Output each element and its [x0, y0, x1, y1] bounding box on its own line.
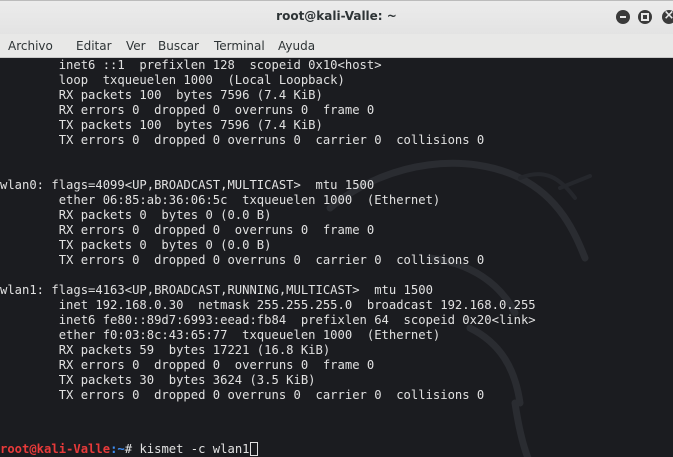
terminal-line: inet6 ::1 prefixlen 128 scopeid 0x10<hos…: [0, 58, 382, 72]
terminal-line: ether f0:03:8c:43:65:77 txqueuelen 1000 …: [0, 328, 441, 342]
prompt-user-host: root@kali-Valle: [0, 442, 111, 456]
title-bar[interactable]: root@kali-Valle: ~: [0, 1, 673, 34]
terminal-line: wlan0: flags=4099<UP,BROADCAST,MULTICAST…: [0, 178, 375, 192]
terminal-line: TX packets 100 bytes 7596 (7.4 KiB): [0, 118, 323, 132]
terminal-line: TX packets 30 bytes 3624 (3.5 KiB): [0, 373, 316, 387]
prompt-line[interactable]: root@kali-Valle:~# kismet -c wlan1: [0, 442, 258, 457]
close-icon[interactable]: [662, 8, 673, 24]
prompt-command[interactable]: kismet -c wlan1: [139, 442, 249, 456]
terminal-line: inet 192.168.0.30 netmask 255.255.255.0 …: [0, 298, 536, 312]
menu-editar[interactable]: Editar: [76, 39, 112, 53]
menu-ver[interactable]: Ver: [126, 39, 146, 53]
terminal-line: loop txqueuelen 1000 (Local Loopback): [0, 73, 345, 87]
prompt-path: :~: [110, 442, 125, 456]
terminal-line: RX errors 0 dropped 0 overruns 0 frame 0: [0, 103, 375, 117]
terminal-line: RX errors 0 dropped 0 overruns 0 frame 0: [0, 358, 375, 372]
menu-bar: Archivo Editar Ver Buscar Terminal Ayuda: [0, 34, 673, 58]
menu-terminal[interactable]: Terminal: [214, 39, 265, 53]
window-title: root@kali-Valle: ~: [276, 9, 397, 23]
terminal-output[interactable]: inet6 ::1 prefixlen 128 scopeid 0x10<hos…: [0, 58, 673, 457]
terminal-line: RX packets 100 bytes 7596 (7.4 KiB): [0, 88, 323, 102]
menu-archivo[interactable]: Archivo: [8, 39, 53, 53]
terminal-line: RX packets 59 bytes 17221 (16.8 KiB): [0, 343, 331, 357]
terminal-line: inet6 fe80::89d7:6993:eead:fb84 prefixle…: [0, 313, 536, 327]
terminal-line: wlan1: flags=4163<UP,BROADCAST,RUNNING,M…: [0, 283, 433, 297]
terminal-line: RX errors 0 dropped 0 overruns 0 frame 0: [0, 223, 375, 237]
terminal-window: root@kali-Valle: ~ Archivo Editar Ver Bu…: [0, 0, 673, 457]
terminal-line: TX errors 0 dropped 0 overruns 0 carrier…: [0, 253, 485, 267]
terminal-line: TX errors 0 dropped 0 overruns 0 carrier…: [0, 133, 485, 147]
terminal-line: TX packets 0 bytes 0 (0.0 B): [0, 238, 272, 252]
prompt-symbol: #: [124, 442, 140, 456]
terminal-line: ether 06:85:ab:36:06:5c txqueuelen 1000 …: [0, 193, 441, 207]
text-cursor: [249, 442, 258, 456]
menu-buscar[interactable]: Buscar: [158, 39, 199, 53]
menu-ayuda[interactable]: Ayuda: [278, 39, 315, 53]
terminal-line: TX errors 0 dropped 0 overruns 0 carrier…: [0, 388, 485, 402]
minimize-icon[interactable]: [616, 10, 630, 24]
terminal-line: RX packets 0 bytes 0 (0.0 B): [0, 208, 272, 222]
maximize-icon[interactable]: [638, 10, 652, 24]
